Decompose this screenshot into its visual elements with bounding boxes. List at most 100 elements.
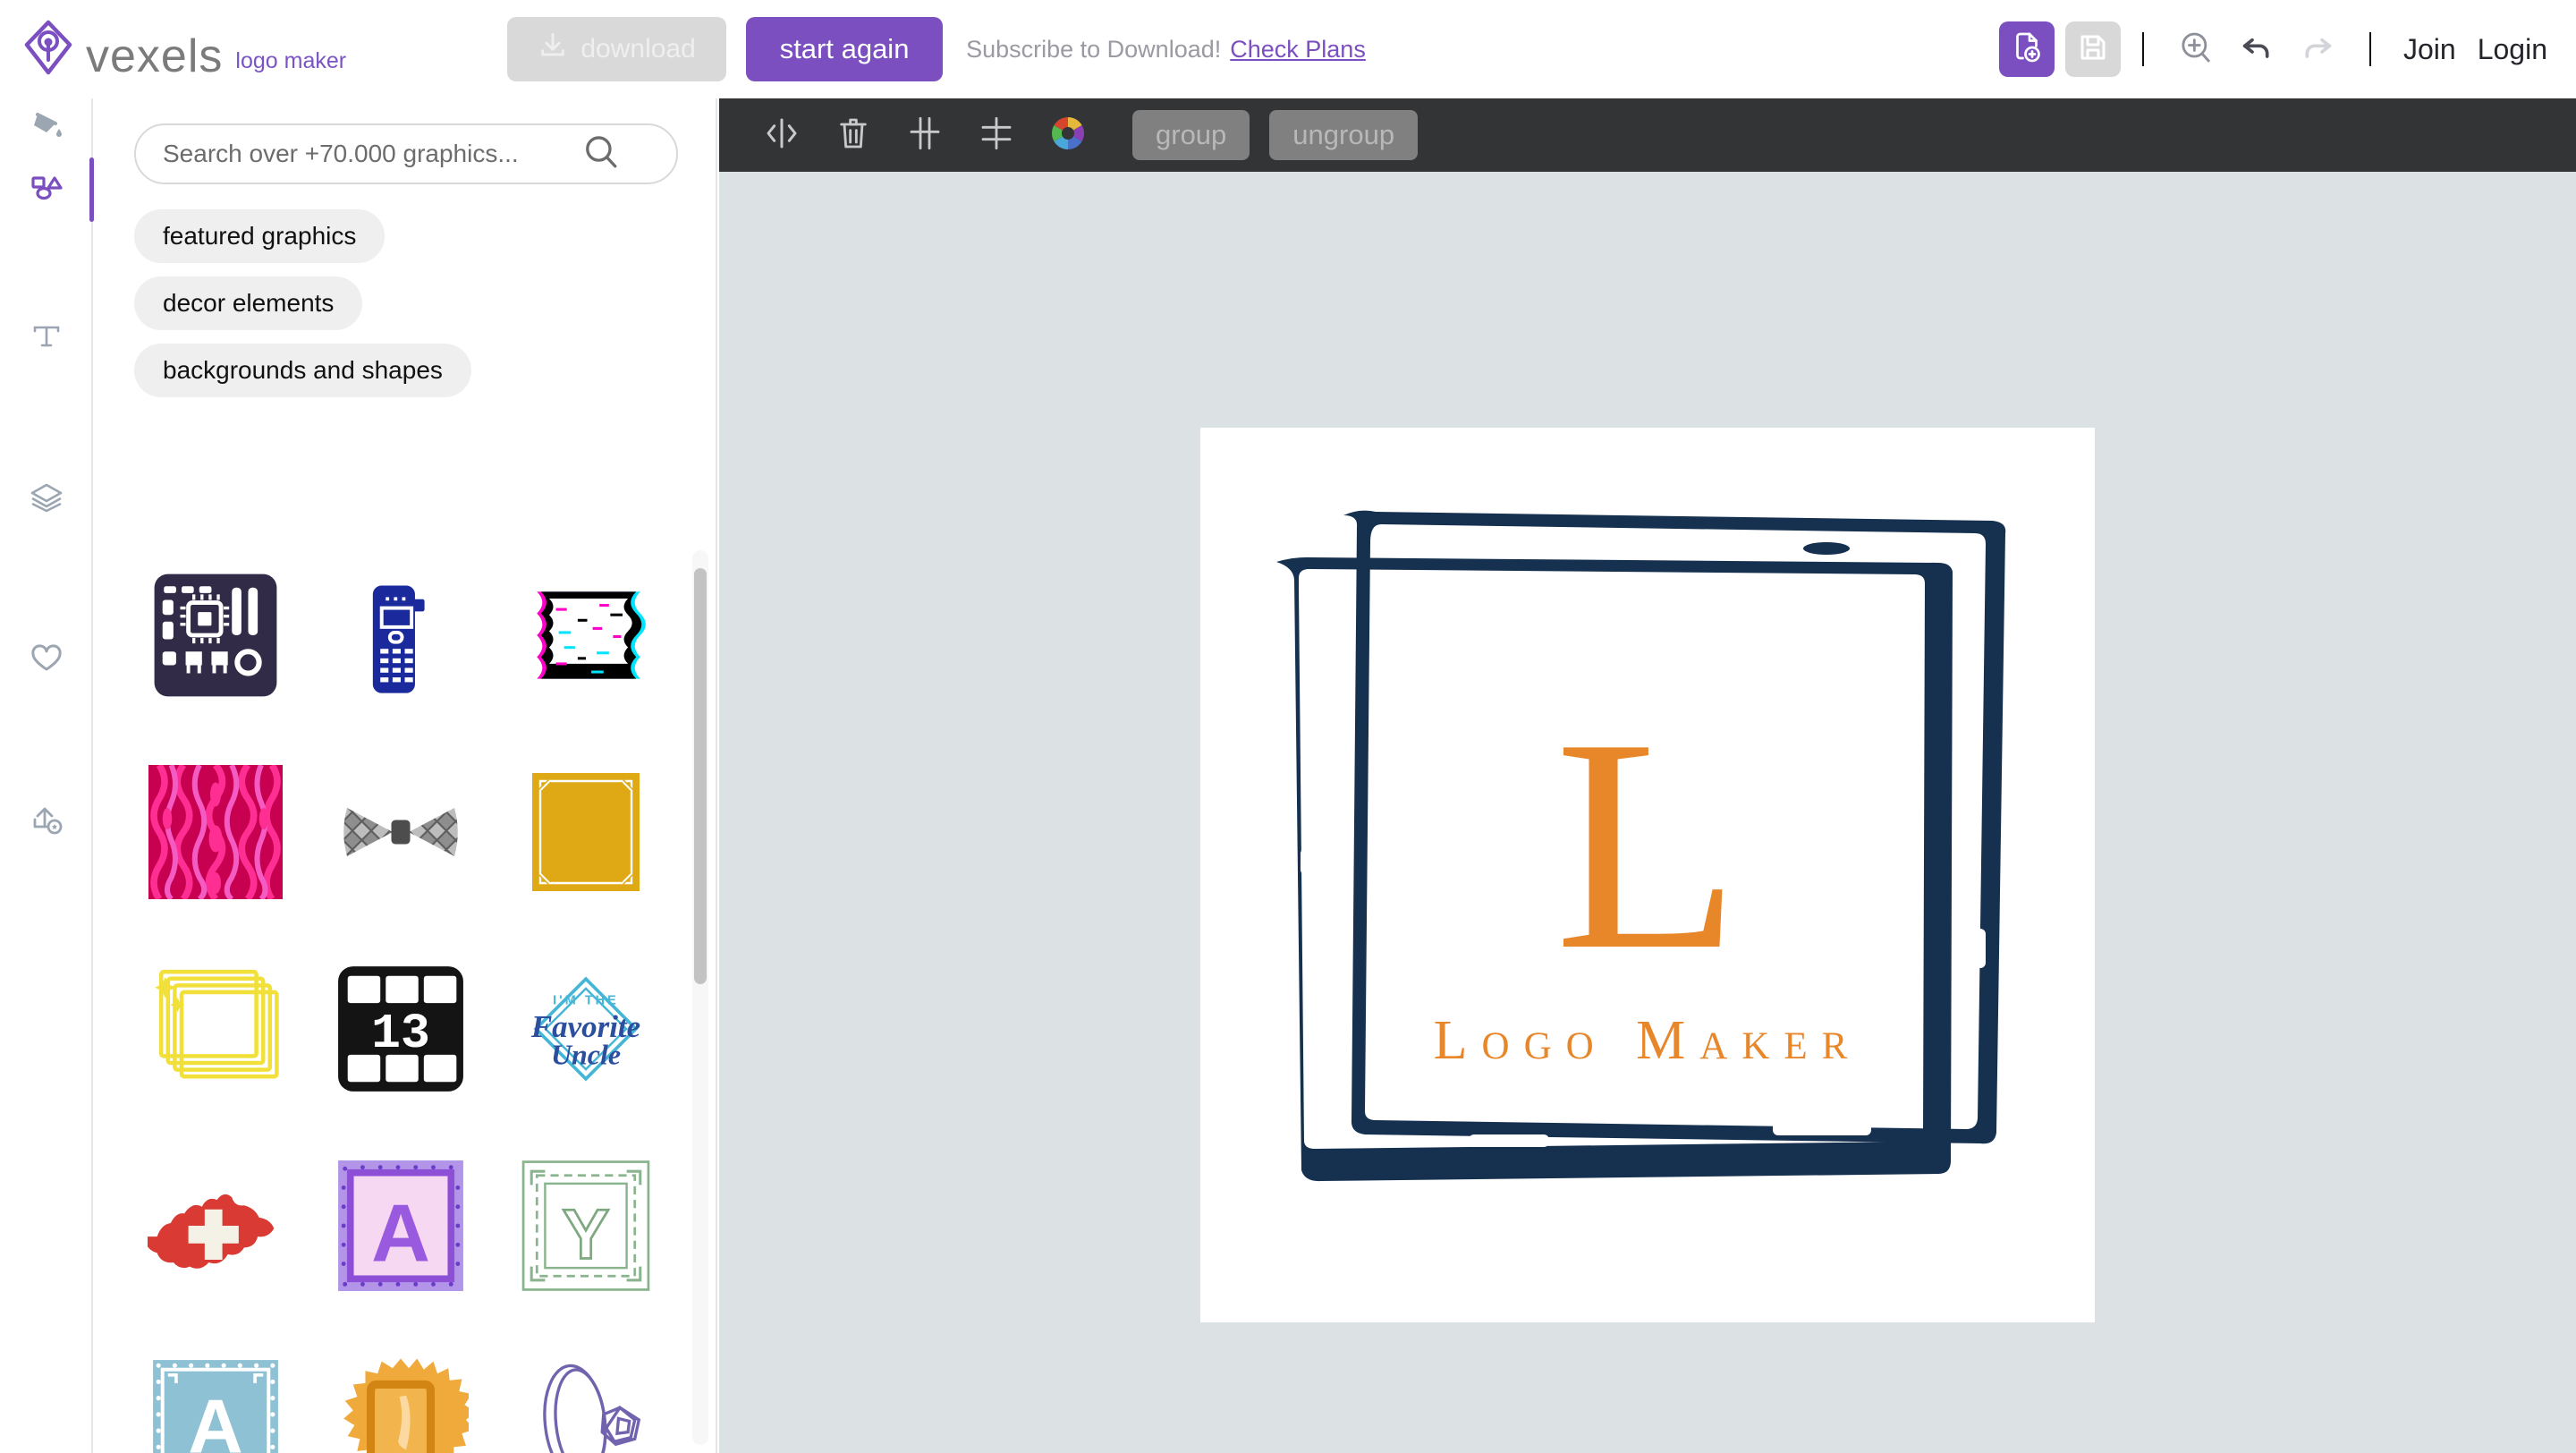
shapes-icon xyxy=(27,168,66,212)
check-plans-link[interactable]: Check Plans xyxy=(1230,36,1366,64)
graphic-tile-favorite-uncle[interactable]: I'M THE Favorite Uncle xyxy=(501,948,671,1109)
motherboard-icon xyxy=(148,567,284,703)
favorite-uncle-line-3: Uncle xyxy=(551,1040,621,1071)
join-link[interactable]: Join xyxy=(2403,33,2456,66)
sidebar-item-text[interactable] xyxy=(0,302,93,374)
letter-a-purple-glyph: A xyxy=(371,1188,430,1279)
undo-button[interactable] xyxy=(2233,26,2280,72)
graphic-tile-crossword-13[interactable]: 13 xyxy=(316,948,486,1109)
color-wheel-icon xyxy=(1050,115,1086,156)
new-file-button[interactable] xyxy=(1999,21,2055,77)
brand-name: vexels xyxy=(86,30,224,83)
new-file-icon xyxy=(2011,30,2043,69)
header-right-tools: Join Login xyxy=(1999,0,2558,98)
diamond-ring-icon xyxy=(518,1355,654,1453)
tool-rail xyxy=(0,98,94,1453)
download-button-label: download xyxy=(580,34,696,64)
graphic-tile-letter-a-purple[interactable]: A xyxy=(316,1145,486,1306)
favorite-uncle-icon: I'M THE Favorite Uncle xyxy=(518,961,654,1097)
app-header: vexels logo maker download start again S… xyxy=(0,0,2576,98)
header-divider-1 xyxy=(2142,32,2144,66)
brand-subtitle: logo maker xyxy=(235,47,347,73)
redo-button[interactable] xyxy=(2294,26,2341,72)
swiss-map-icon xyxy=(148,1158,284,1294)
letter-a-blue-icon: A xyxy=(148,1355,284,1453)
graphic-tile-gold-frame[interactable] xyxy=(501,752,671,913)
chip-decor-elements[interactable]: decor elements xyxy=(134,276,363,330)
graphics-scrollbar[interactable] xyxy=(692,550,708,1445)
search-button[interactable] xyxy=(574,127,628,181)
group-button[interactable]: group xyxy=(1132,110,1250,160)
subscribe-text: Subscribe to Download! xyxy=(966,35,1222,63)
save-button[interactable] xyxy=(2065,21,2121,77)
layers-icon xyxy=(27,478,66,522)
graphic-tile-neon-frame[interactable] xyxy=(131,948,301,1109)
search-box[interactable] xyxy=(134,123,678,184)
zoom-in-icon xyxy=(2178,30,2214,70)
flip-horizontal-button[interactable] xyxy=(753,106,810,164)
header-divider-2 xyxy=(2369,32,2371,66)
upload-icon xyxy=(27,800,66,844)
download-icon xyxy=(538,30,568,68)
psychedelic-pattern-icon xyxy=(148,765,283,899)
graphic-tile-glitch-frame[interactable] xyxy=(501,555,671,716)
header-actions: download start again Subscribe to Downlo… xyxy=(507,17,1366,81)
category-chips: featured graphics decor elements backgro… xyxy=(134,209,689,411)
flip-horizontal-icon xyxy=(764,115,800,156)
zoom-button[interactable] xyxy=(2173,26,2219,72)
chip-featured-graphics[interactable]: featured graphics xyxy=(134,209,386,263)
graphic-tile-letter-a-blue[interactable]: A xyxy=(131,1342,301,1453)
canvas-toolbar: group ungroup xyxy=(719,98,2576,172)
align-horizontal-icon xyxy=(979,115,1014,156)
mobile-phone-icon xyxy=(333,567,469,703)
graphic-tile-sunburst-frame[interactable] xyxy=(316,1342,486,1453)
graphic-tile-letter-y-green[interactable]: Y xyxy=(501,1145,671,1306)
sidebar-item-favorites[interactable] xyxy=(0,625,93,696)
gold-frame-icon xyxy=(519,765,653,899)
graphic-tile-swiss-map[interactable] xyxy=(131,1145,301,1306)
artboard[interactable]: L Logo Maker xyxy=(1200,428,2095,1322)
neon-frame-icon xyxy=(148,961,284,1097)
sidebar-item-upload[interactable] xyxy=(0,786,93,857)
login-link[interactable]: Login xyxy=(2478,33,2547,66)
align-vertical-icon xyxy=(907,115,943,156)
align-horizontal-button[interactable] xyxy=(968,106,1025,164)
logo-name-text[interactable]: Logo Maker xyxy=(1200,1009,2095,1073)
align-vertical-button[interactable] xyxy=(896,106,953,164)
sidebar-item-graphics[interactable] xyxy=(0,154,93,225)
graphic-tile-bow-tie[interactable] xyxy=(316,752,486,913)
search-input[interactable] xyxy=(163,140,574,168)
letter-y-green-glyph: Y xyxy=(563,1194,610,1273)
logo-initial[interactable]: L xyxy=(1200,693,2095,997)
crossword-13-icon: 13 xyxy=(333,961,469,1097)
ungroup-button[interactable]: ungroup xyxy=(1269,110,1419,160)
group-button-label: group xyxy=(1156,119,1227,150)
download-button[interactable]: download xyxy=(507,17,727,81)
color-wheel-button[interactable] xyxy=(1039,106,1097,164)
delete-button[interactable] xyxy=(825,106,882,164)
sunburst-frame-icon xyxy=(333,1355,469,1453)
start-again-button[interactable]: start again xyxy=(746,17,944,81)
undo-icon xyxy=(2239,30,2275,70)
trash-icon xyxy=(835,115,871,156)
heart-icon xyxy=(27,639,66,683)
graphic-tile-motherboard[interactable] xyxy=(131,555,301,716)
sidebar-item-background-color[interactable] xyxy=(0,91,93,163)
graphics-grid-scroll: 13 I'M THE Favorite Uncle A Y A xyxy=(95,555,716,1453)
graphics-grid: 13 I'M THE Favorite Uncle A Y A xyxy=(131,555,685,1453)
search-icon xyxy=(582,133,620,175)
graphic-tile-diamond-ring[interactable] xyxy=(501,1342,671,1453)
brand[interactable]: vexels logo maker xyxy=(23,20,346,80)
text-t-icon xyxy=(27,317,66,361)
graphic-tile-mobile-phone[interactable] xyxy=(316,555,486,716)
glitch-frame-icon xyxy=(518,567,654,703)
graphic-tile-psychedelic-pattern[interactable] xyxy=(131,752,301,913)
subscribe-notice: Subscribe to Download! Check Plans xyxy=(966,36,1366,64)
canvas-area[interactable]: L Logo Maker xyxy=(719,172,2576,1453)
graphics-scrollbar-thumb[interactable] xyxy=(694,568,707,984)
paint-bucket-icon xyxy=(27,106,66,149)
crossword-number: 13 xyxy=(371,1007,430,1062)
chip-backgrounds-and-shapes[interactable]: backgrounds and shapes xyxy=(134,344,471,397)
sidebar-item-layers[interactable] xyxy=(0,463,93,535)
active-tool-indicator xyxy=(89,157,94,222)
